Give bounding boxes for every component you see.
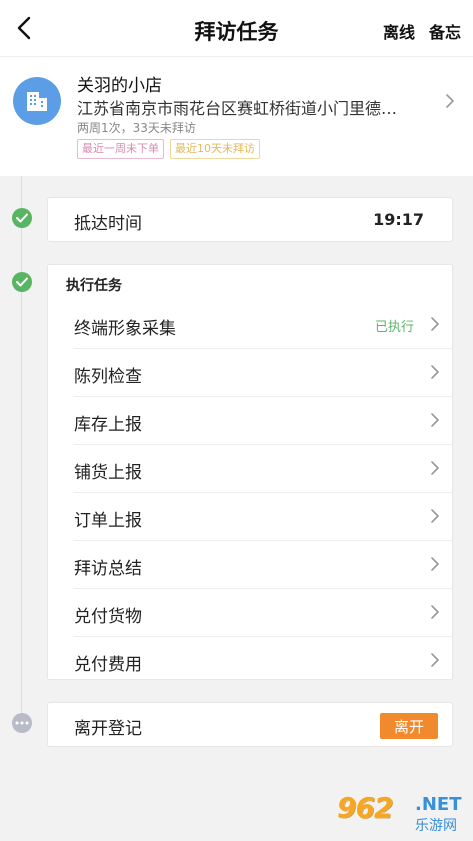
memo-button[interactable]: 备忘 [429,19,461,43]
task-label: 拜访总结 [74,559,142,579]
check-icon [12,208,32,228]
chevron-right-icon [431,365,440,379]
task-label: 终端形象采集 [74,319,176,339]
task-label: 库存上报 [74,415,142,435]
store-card[interactable]: 关羽的小店 江苏省南京市雨花台区赛虹桥街道小门里德… 两周1次，33天未拜访 最… [0,56,473,176]
arrival-time: 19:17 [373,210,424,229]
watermark-logo: 962 .NET 乐游网 [337,791,467,835]
leave-card: 离开登记 离开 [47,702,453,747]
chevron-right-icon [431,413,440,427]
task-row[interactable]: 陈列检查 [74,349,454,397]
task-row[interactable]: 终端形象采集 已执行 [74,301,454,349]
check-icon [12,272,32,292]
task-row[interactable]: 兑付费用 [74,637,454,685]
store-address: 江苏省南京市雨花台区赛虹桥街道小门里德… [77,99,398,118]
tasks-card: 执行任务 终端形象采集 已执行 陈列检查 库存上报 铺货上报 订单上报 拜访总结… [47,264,454,680]
tasks-heading: 执行任务 [66,278,122,294]
task-label: 兑付费用 [74,655,142,675]
task-row[interactable]: 拜访总结 [74,541,454,589]
offline-button[interactable]: 离线 [383,19,415,43]
task-label: 订单上报 [74,511,142,531]
watermark-number: 962 [337,791,393,824]
task-label: 兑付货物 [74,607,142,627]
arrival-label: 抵达时间 [74,214,142,234]
watermark-site: 乐游网 [415,818,457,834]
task-row[interactable]: 订单上报 [74,493,454,541]
task-status: 已执行 [374,320,414,335]
visit-frequency: 两周1次，33天未拜访 [77,121,196,135]
task-row[interactable]: 库存上报 [74,397,454,445]
tag-no-visit: 最近10天未拜访 [170,139,260,159]
chevron-right-icon [431,317,440,331]
leave-label: 离开登记 [74,719,142,739]
timeline-line [21,176,22,721]
chevron-right-icon [431,557,440,571]
more-dots-icon [12,713,32,733]
header-actions: 离线 备忘 [383,19,461,43]
chevron-right-icon [431,653,440,667]
task-label: 铺货上报 [74,463,142,483]
store-name: 关羽的小店 [77,76,162,96]
task-label: 陈列检查 [74,367,142,387]
chevron-right-icon [431,605,440,619]
arrival-card: 抵达时间 19:17 [47,197,453,242]
leave-button[interactable]: 离开 [380,713,438,739]
watermark-net: .NET [415,794,462,815]
store-avatar [13,77,61,125]
tag-no-order: 最近一周未下单 [77,139,164,159]
chevron-right-icon [431,461,440,475]
chevron-right-icon [431,509,440,523]
building-icon [27,92,47,111]
top-bar: 拜访任务 离线 备忘 [0,0,473,56]
task-row[interactable]: 铺货上报 [74,445,454,493]
chevron-right-icon [446,94,455,108]
task-row[interactable]: 兑付货物 [74,589,454,637]
store-tags: 最近一周未下单 最近10天未拜访 [77,139,260,159]
